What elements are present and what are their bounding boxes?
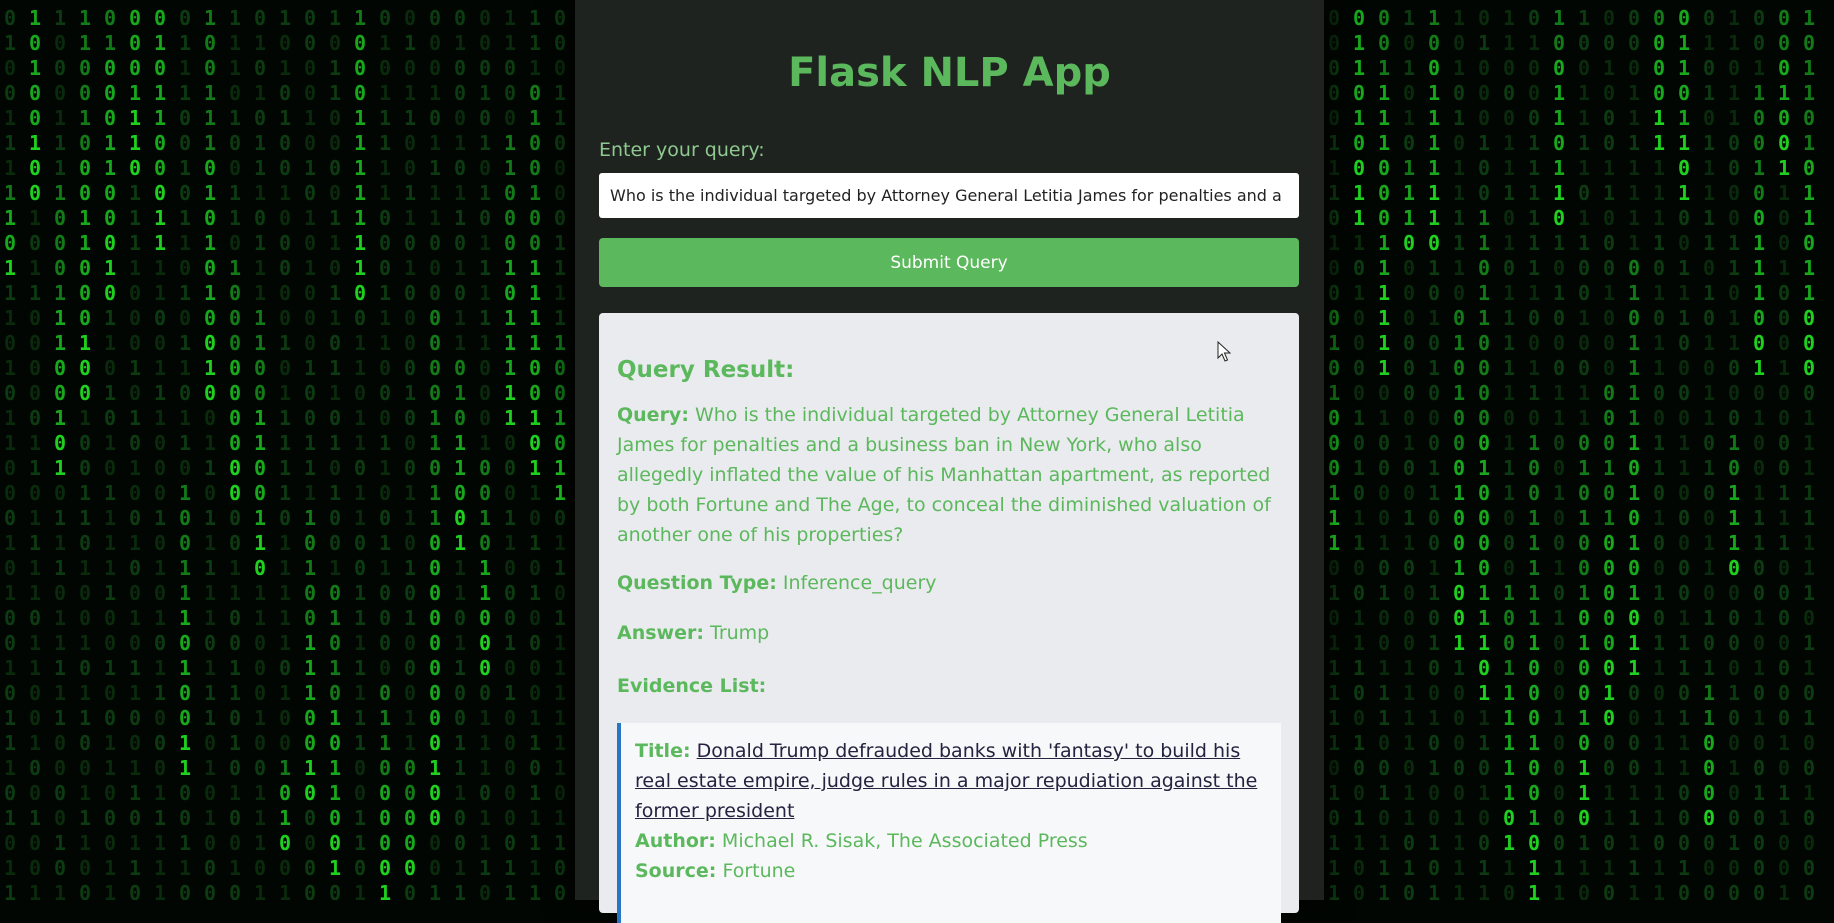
matrix-rain-column: 0 0 1 1 1 1 0 0 0 1 1 1 1 1 1 0 1 0 0 0 …	[1378, 6, 1391, 900]
evidence-source-label: Source:	[635, 860, 717, 882]
matrix-rain-column: 1 1 1 0 1 0 0 1 0 0 1 1 1 1 0 0 1 0 1 1 …	[529, 6, 542, 900]
arrow-cursor-icon	[1217, 341, 1231, 362]
result-question-type: Question Type: Inference_query	[617, 568, 1281, 598]
query-input[interactable]	[599, 173, 1299, 218]
matrix-rain-column: 0 0 1 1 0 0 1 0 0 1 1 1 0 0 1 0 1 0 0 1 …	[1753, 6, 1766, 900]
matrix-rain-column: 0 1 0 1 1 1 1 1 0 0 0 1 1 1 0 0 0 1 1 0 …	[379, 6, 392, 900]
matrix-rain-column: 1 0 1 0 0 1 0 0 1 0 1 1 0 0 0 0 0 1 1 0 …	[29, 6, 42, 900]
question-type-label: Question Type:	[617, 572, 777, 594]
answer-value: Trump	[710, 622, 770, 644]
matrix-rain-column: 1 0 0 0 1 1 1 1 0 0 0 1 1 1 0 0 1 0 1 0 …	[54, 6, 67, 900]
matrix-rain-column: 0 0 1 0 0 0 1 1 0 0 0 1 0 0 0 0 0 0 1 0 …	[1603, 6, 1616, 900]
matrix-rain-column: 0 0 0 1 0 0 1 1 0 0 1 0 0 0 1 0 0 0 0 1 …	[1778, 6, 1791, 900]
matrix-rain-column: 1 0 0 1 1 1 1 0 1 1 0 0 1 0 0 1 1 0 1 0 …	[1578, 6, 1591, 900]
matrix-rain-column: 1 0 1 0 1 0 0 1 0 0 0 0 0 1 0 1 1 1 1 1 …	[279, 6, 292, 900]
query-result-card: Query Result: Query: Who is the individu…	[599, 313, 1299, 923]
matrix-rain-column: 1 0 0 1 1 1 1 1 1 0 1 0 1 0 1 0 0 0 1 1 …	[1428, 6, 1441, 900]
question-type-value: Inference_query	[782, 572, 937, 594]
evidence-author-value: Michael R. Sisak, The Associated Press	[721, 830, 1088, 852]
matrix-rain-column: 1 0 1 1 0 1 0 1 1 0 1 1 0 0 0 0 1 1 1 1 …	[1803, 6, 1816, 900]
matrix-rain-column: 0 1 0 1 1 0 0 0 1 1 1 1 0 0 1 1 1 0 0 0 …	[154, 6, 167, 900]
matrix-rain-column: 1 0 0 0 1 1 1 1 1 1 1 0 0 1 1 0 1 1 0 1 …	[354, 6, 367, 900]
matrix-rain-column: 0 1 1 0 1 0 0 1 1 1 0 1 0 0 0 0 1 0 1 0 …	[1353, 6, 1366, 900]
matrix-rain-column: 0 1 1 1 0 0 1 0 1 1 0 1 0 1 1 0 1 1 0 1 …	[179, 6, 192, 900]
evidence-item: Title: Donald Trump defrauded banks with…	[617, 723, 1281, 923]
evidence-list-heading: Evidence List:	[617, 675, 767, 697]
answer-label: Answer:	[617, 622, 704, 644]
matrix-rain-column: 0 1 0 1 1 0 0 1 1 0 1 0 0 0 0 1 0 0 0 1 …	[404, 6, 417, 900]
query-field-value: Who is the individual targeted by Attorn…	[617, 404, 1271, 546]
matrix-rain-column: 1 0 1 0 1 0 1 1 1 1 1 0 0 1 0 1 0 0 0 1 …	[1453, 6, 1466, 900]
matrix-rain-column: 1 0 1 1 0 0 0 0 1 1 0 1 1 0 1 1 0 1 0 1 …	[329, 6, 342, 900]
matrix-rain-column: 1 1 0 0 0 1 1 0 0 0 1 0 1 1 1 1 1 0 0 0 …	[504, 6, 517, 900]
matrix-rain-column: 1 1 0 0 1 0 0 0 1 1 0 0 0 1 0 0 1 0 0 1 …	[79, 6, 92, 900]
submit-query-button[interactable]: Submit Query	[599, 238, 1299, 287]
matrix-rain-column: 0 1 0 0 0 1 1 1 1 1 1 1 0 0 1 1 0 1 0 0 …	[1528, 6, 1541, 900]
evidence-title-label: Title:	[635, 740, 691, 762]
matrix-rain-column: 0 1 0 0 1 1 1 1 1 0 1 1 1 0 1 0 1 1 0 0 …	[4, 6, 17, 900]
matrix-rain-column: 1 0 0 1 1 1 0 1 0 1 0 1 0 0 1 0 0 1 1 0 …	[204, 6, 217, 900]
matrix-rain-column: 0 1 0 0 0 1 0 1 1 0 1 0 1 1 0 1 0 1 1 0 …	[454, 6, 467, 900]
matrix-rain-column: 0 0 0 0 1 0 1 0 1 0 1 0 0 0 1 0 0 1 1 1 …	[304, 6, 317, 900]
query-field-label: Query:	[617, 404, 689, 426]
matrix-rain-column: 1 1 0 0 0 1 1 1 0 1 0 1 1 1 1 1 0 1 1 1 …	[1503, 6, 1516, 900]
result-query: Query: Who is the individual targeted by…	[617, 400, 1281, 550]
matrix-background-right: 0 0 0 0 0 1 1 1 0 1 0 0 0 1 0 1 0 0 0 1 …	[1324, 0, 1834, 900]
matrix-rain-column: 0 0 0 1 1 1 0 1 1 1 1 0 0 0 1 0 1 0 1 0 …	[129, 6, 142, 900]
matrix-rain-column: 0 0 0 1 0 1 1 1 1 0 0 0 0 0 0 0 1 1 0 1 …	[429, 6, 442, 900]
evidence-title-link[interactable]: Donald Trump defrauded banks with 'fanta…	[635, 740, 1257, 822]
evidence-author-label: Author:	[635, 830, 716, 852]
evidence-title: Title: Donald Trump defrauded banks with…	[635, 736, 1269, 826]
matrix-rain-column: 0 1 0 1 0 1 1 1 0 1 1 1 1 1 0 0 1 1 0 0 …	[254, 6, 267, 900]
matrix-rain-column: 1 1 0 1 1 0 0 0 0 1 1 0 1 1 0 0 0 1 0 1 …	[1728, 6, 1741, 900]
result-answer: Answer: Trump	[617, 618, 1281, 648]
matrix-rain-column: 0 0 0 1 0 1 0 1 0 1 1 1 1 1 0 0 0 1 0 0 …	[479, 6, 492, 900]
query-label: Enter your query:	[599, 139, 765, 161]
matrix-rain-column: 1 1 1 0 1 0 0 1 1 0 1 0 0 0 0 0 0 0 0 0 …	[229, 6, 242, 900]
matrix-rain-column: 0 1 1 0 1 1 0 1 0 0 1 1 1 0 0 0 0 1 1 0 …	[1678, 6, 1691, 900]
evidence-source: Source: Fortune	[635, 856, 1269, 886]
matrix-rain-column: 0 0 0 0 0 1 1 1 0 1 0 0 0 1 0 1 0 0 0 1 …	[1328, 6, 1341, 900]
matrix-rain-column: 0 0 0 0 1 1 1 1 1 1 0 1 0 1 1 0 0 1 1 0 …	[1653, 6, 1666, 900]
matrix-rain-column: 1 0 0 1 1 0 1 1 0 1 0 1 0 0 0 1 1 0 0 1 …	[1553, 6, 1566, 900]
evidence-author: Author: Michael R. Sisak, The Associated…	[635, 826, 1269, 856]
matrix-rain-column: 1 0 1 0 1 0 1 1 1 0 0 0 0 0 0 0 0 1 0 0 …	[1403, 6, 1416, 900]
matrix-rain-column: 0 0 0 1 1 1 1 1 1 1 0 1 0 1 1 1 1 1 0 1 …	[1628, 6, 1641, 900]
main-panel: Flask NLP App Enter your query: Submit Q…	[575, 0, 1324, 923]
matrix-rain-column: 0 1 0 1 0 1 1 1 1 1 0 1 0 1 0 1 1 0 1 0 …	[1703, 6, 1716, 900]
evidence-source-value: Fortune	[722, 860, 796, 882]
matrix-rain-column: 0 1 0 0 0 1 0 0 1 1 0 1 1 0 0 0 0 0 1 0 …	[1478, 6, 1491, 900]
result-heading: Query Result:	[617, 357, 795, 383]
matrix-background-left: 0 1 0 0 1 1 1 1 1 0 1 1 1 0 1 0 1 1 0 0 …	[0, 0, 575, 900]
matrix-rain-column: 0 1 0 0 0 1 1 0 0 0 1 0 1 1 0 1 0 1 0 1 …	[104, 6, 117, 900]
page-title: Flask NLP App	[788, 50, 1111, 96]
matrix-rain-column: 0 0 0 1 1 0 0 0 0 1 1 1 1 1 0 0 1 0 1 1 …	[554, 6, 567, 900]
